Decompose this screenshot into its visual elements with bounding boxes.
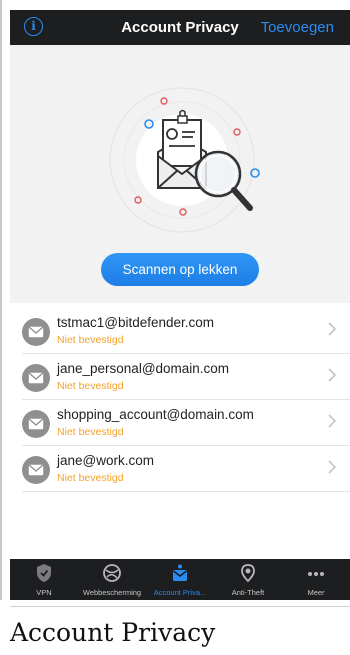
account-status: Niet bevestigd	[57, 380, 124, 392]
tab-label: VPN	[36, 588, 52, 597]
account-status: Niet bevestigd	[57, 334, 124, 346]
email-magnifier-illustration	[109, 87, 260, 233]
account-list: tstmac1@bitdefender.com Niet bevestigd j…	[10, 303, 350, 559]
frame-edge	[0, 0, 2, 600]
account-status: Niet bevestigd	[57, 426, 124, 438]
more-dots-icon	[308, 572, 324, 576]
tab-anti-theft[interactable]: Anti-Theft	[214, 559, 282, 600]
tab-vpn[interactable]: VPN	[10, 559, 78, 600]
envelope-icon	[22, 364, 50, 392]
shield-icon	[37, 564, 51, 582]
chevron-right-icon	[328, 414, 336, 428]
envelope-icon	[22, 456, 50, 484]
hero-section: Scannen op lekken	[10, 45, 350, 303]
account-email: jane@work.com	[57, 453, 154, 468]
chevron-right-icon	[328, 368, 336, 382]
envelope-icon	[22, 410, 50, 438]
account-status: Niet bevestigd	[57, 472, 124, 484]
chevron-right-icon	[328, 322, 336, 336]
account-email: jane_personal@domain.com	[57, 361, 230, 376]
account-row[interactable]: jane@work.com Niet bevestigd	[10, 446, 350, 492]
account-row[interactable]: jane_personal@domain.com Niet bevestigd	[10, 354, 350, 400]
add-button[interactable]: Toevoegen	[261, 19, 334, 36]
bottom-tab-bar: VPN Webbescherming Account Priva... Anti…	[10, 559, 350, 600]
tab-label: Anti-Theft	[231, 588, 265, 597]
phone-screen: i Account Privacy Toevoegen Scannen op l…	[10, 10, 350, 600]
tab-meer[interactable]: Meer	[282, 559, 350, 600]
row-divider	[22, 491, 350, 492]
globe-icon	[103, 564, 121, 582]
tab-account-privacy[interactable]: Account Priva...	[146, 559, 214, 600]
account-row[interactable]: shopping_account@domain.com Niet bevesti…	[10, 400, 350, 446]
top-navigation-bar: i Account Privacy Toevoegen	[10, 10, 350, 45]
chevron-right-icon	[328, 460, 336, 474]
account-email: tstmac1@bitdefender.com	[57, 315, 215, 330]
caption-text: Account Privacy	[10, 618, 216, 647]
tab-webbescherming[interactable]: Webbescherming	[78, 559, 146, 600]
location-pin-icon	[241, 564, 255, 583]
tab-label: Webbescherming	[82, 588, 142, 597]
account-privacy-icon	[173, 564, 187, 581]
tab-label: Meer	[307, 588, 325, 597]
scan-for-leaks-button[interactable]: Scannen op lekken	[101, 253, 259, 286]
account-email: shopping_account@domain.com	[57, 407, 254, 422]
tab-label: Account Priva...	[153, 588, 207, 597]
account-row[interactable]: tstmac1@bitdefender.com Niet bevestigd	[10, 308, 350, 354]
envelope-icon	[22, 318, 50, 346]
caption-divider	[10, 606, 350, 607]
